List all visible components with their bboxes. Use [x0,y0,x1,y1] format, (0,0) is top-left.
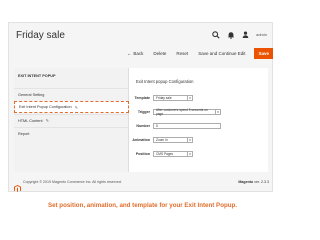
sidebar-item-report[interactable]: Report [14,127,129,139]
bell-icon[interactable] [226,30,235,39]
number-input[interactable]: 5 [153,123,221,129]
animation-label: Animation [132,138,150,142]
chevron-down-icon: ▾ [215,110,220,114]
page-title: Friday sale [16,30,65,41]
sidebar-item-label: General Setting [18,92,45,97]
position-select[interactable]: CMS Pages ▾ [153,151,193,157]
animation-select[interactable]: Zoom In ▾ [153,137,193,143]
toolbar: ← Back Delete Reset Save and Continue Ed… [8,46,273,60]
back-label: Back [133,50,144,56]
pencil-icon: ✎ [74,104,78,110]
trigger-label: Trigger [137,110,150,114]
promo-caption: Set position, animation, and template fo… [47,202,238,209]
sidebar-item-exit-intent-config[interactable]: Exit Intent Popup Configuration ✎ [14,101,129,113]
position-row: Position CMS Pages ▾ [131,150,268,158]
trigger-select[interactable]: After customers spend 5 seconds on page … [153,108,221,116]
back-arrow-icon: ← [126,50,132,56]
pencil-icon: ✎ [45,118,49,123]
magento-logo-icon [14,179,21,192]
section-title: Exit Intent popup Configuration [136,79,194,84]
user-icon[interactable] [241,30,250,39]
chevron-down-icon: ▾ [187,152,192,156]
trigger-row: Trigger After customers spend 5 seconds … [131,108,268,116]
save-button[interactable]: Save [254,47,273,59]
delete-button[interactable]: Delete [152,51,167,56]
sidebar-item-label: Report [18,131,30,136]
user-name[interactable]: admin [256,32,267,37]
sidebar: EXIT INTENT POPUP General Setting Exit I… [14,68,129,172]
animation-row: Animation Zoom In ▾ [131,136,268,144]
copyright-text: Copyright © 2019 Magento Commerce Inc. A… [23,180,122,184]
position-label: Position [135,152,150,156]
header-actions: admin [211,30,267,39]
brand-name: Magento [238,180,254,184]
template-row: Template Friday sale ▾ [131,94,268,102]
main-form: Exit Intent popup Configuration Template… [131,68,268,172]
version-text: Magento ver. 2.3.3 [238,180,269,184]
search-icon[interactable] [211,30,220,39]
sidebar-title: EXIT INTENT POPUP [18,74,56,78]
sidebar-item-html-content[interactable]: HTML Content ✎ [14,114,129,126]
sidebar-item-general-setting[interactable]: General Setting [14,88,129,100]
sidebar-item-label: Exit Intent Popup Configuration [19,105,72,109]
number-value: 5 [156,124,158,128]
save-continue-button[interactable]: Save and Continue Edit [197,51,246,56]
animation-value: Zoom In [156,138,168,142]
number-label: Number [136,124,150,128]
back-button[interactable]: ← Back [126,51,145,56]
chevron-down-icon: ▾ [187,96,192,100]
template-label: Template [134,96,150,100]
version-number: ver. 2.3.3 [254,180,269,184]
template-select[interactable]: Friday sale ▾ [153,95,193,101]
number-row: Number 5 [131,122,268,130]
template-value: Friday sale [156,96,172,100]
reset-button[interactable]: Reset [175,51,189,56]
chevron-down-icon: ▾ [187,138,192,142]
sidebar-item-label: HTML Content [18,118,43,123]
position-value: CMS Pages [156,152,174,156]
trigger-value: After customers spend 5 seconds on page [156,108,208,116]
